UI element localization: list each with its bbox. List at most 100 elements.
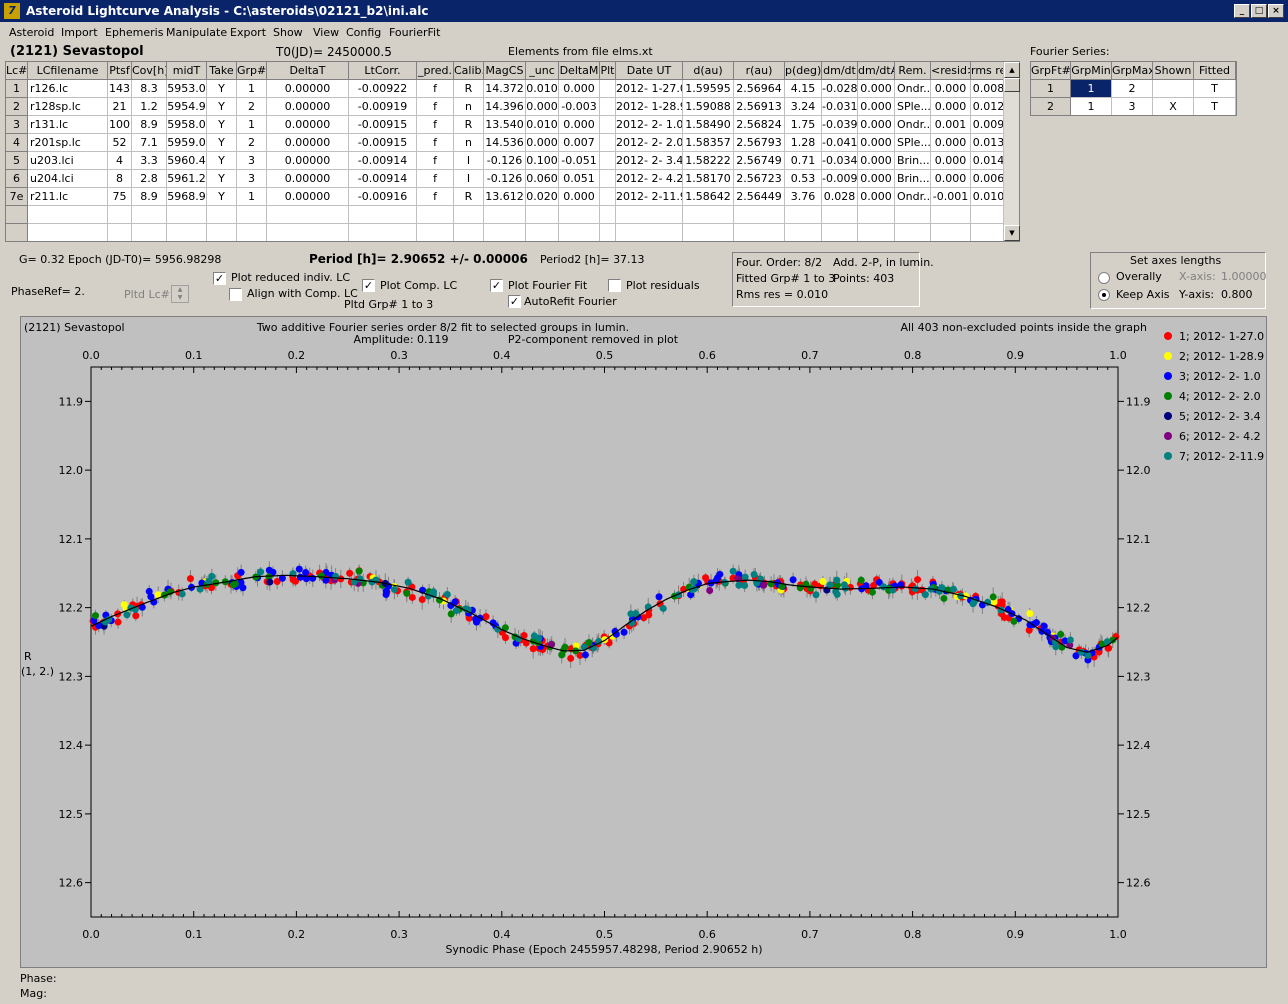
lc-midt-cell[interactable]: 5959.0 (167, 134, 207, 152)
lc-date-cell[interactable]: 2012- 2-11.9 (616, 188, 683, 206)
lc-filename-cell[interactable]: u203.lci (28, 152, 108, 170)
lc-grp-cell[interactable]: 2 (237, 134, 267, 152)
lc-ptsf-cell[interactable]: 52 (108, 134, 132, 152)
lc-midt-cell[interactable]: 5954.9 (167, 98, 207, 116)
lc-take-cell[interactable] (207, 224, 237, 241)
lc-plt-cell[interactable] (600, 116, 616, 134)
lc-resid-cell[interactable]: 0.001 (931, 116, 971, 134)
lc-num-cell[interactable]: 1 (6, 80, 28, 98)
lc-take-cell[interactable]: Y (207, 80, 237, 98)
lc-resid-cell[interactable]: 0.000 (931, 152, 971, 170)
lc-dmdta-cell[interactable]: 0.000 (858, 152, 895, 170)
lc-pred-cell[interactable]: f (417, 170, 454, 188)
lightcurve-plot[interactable]: (2121) Sevastopol Two additive Fourier s… (20, 316, 1267, 968)
lc-dmdt-cell[interactable]: -0.034 (822, 152, 858, 170)
lc-ptsf-cell[interactable] (108, 224, 132, 241)
lc-dmdta-cell[interactable]: 0.000 (858, 98, 895, 116)
lc-pdeg-cell[interactable]: 0.53 (785, 170, 822, 188)
lc-rem-cell[interactable] (895, 224, 931, 241)
lc-rau-cell[interactable] (734, 206, 785, 224)
lc-num-cell[interactable] (6, 224, 28, 241)
lc-pred-cell[interactable] (417, 206, 454, 224)
lc-dau-cell[interactable] (683, 224, 734, 241)
lc-deltat-cell[interactable]: 0.00000 (267, 188, 349, 206)
lc-plt-cell[interactable] (600, 98, 616, 116)
lc-num-cell[interactable]: 6 (6, 170, 28, 188)
lc-ptsf-cell[interactable]: 21 (108, 98, 132, 116)
scroll-thumb[interactable] (1004, 78, 1020, 92)
lc-resid-cell[interactable] (931, 206, 971, 224)
lc-magcs-cell[interactable]: 13.540 (484, 116, 526, 134)
lc-dmdt-cell[interactable]: -0.031 (822, 98, 858, 116)
menu-import[interactable]: Import (61, 26, 98, 39)
lc-filename-cell[interactable]: r131.lc (28, 116, 108, 134)
lc-grp-cell[interactable]: 1 (237, 116, 267, 134)
lc-ltcorr-cell[interactable]: -0.00922 (349, 80, 417, 98)
lc-resid-cell[interactable]: -0.001 (931, 188, 971, 206)
menu-asteroid[interactable]: Asteroid (9, 26, 54, 39)
lc-grp-cell[interactable] (237, 224, 267, 241)
lc-pdeg-cell[interactable]: 3.24 (785, 98, 822, 116)
lc-resid-cell[interactable]: 0.000 (931, 170, 971, 188)
lc-calib-cell[interactable]: n (454, 134, 484, 152)
lc-deltat-cell[interactable]: 0.00000 (267, 170, 349, 188)
lc-grp-cell[interactable]: 1 (237, 188, 267, 206)
lc-calib-cell[interactable] (454, 206, 484, 224)
lc-plt-cell[interactable] (600, 134, 616, 152)
lc-ptsf-cell[interactable]: 75 (108, 188, 132, 206)
lc-calib-cell[interactable]: R (454, 116, 484, 134)
lc-cov-cell[interactable]: 8.9 (132, 188, 167, 206)
lc-ltcorr-cell[interactable] (349, 224, 417, 241)
lc-filename-cell[interactable]: r201sp.lc (28, 134, 108, 152)
lc-ptsf-cell[interactable]: 100 (108, 116, 132, 134)
lc-ptsf-cell[interactable]: 8 (108, 170, 132, 188)
lc-date-cell[interactable]: 2012- 2- 4.2 (616, 170, 683, 188)
fourier-fitted-cell[interactable]: T (1194, 98, 1236, 115)
lc-deltat-cell[interactable]: 0.00000 (267, 116, 349, 134)
lc-plt-cell[interactable] (600, 152, 616, 170)
lc-rem-cell[interactable]: SPle... (895, 98, 931, 116)
lc-rau-cell[interactable]: 2.56913 (734, 98, 785, 116)
plot-residuals-checkbox[interactable] (608, 279, 621, 292)
lc-plt-cell[interactable] (600, 170, 616, 188)
lc-resid-cell[interactable]: 0.000 (931, 80, 971, 98)
lc-plt-cell[interactable] (600, 224, 616, 241)
fourier-grpft-cell[interactable]: 2 (1031, 98, 1071, 115)
lc-unc-cell[interactable]: 0.010 (526, 116, 559, 134)
lc-rem-cell[interactable]: Ondr... (895, 116, 931, 134)
lightcurve-plot-svg[interactable]: (2121) Sevastopol Two additive Fourier s… (21, 317, 1268, 969)
lc-magcs-cell[interactable]: 14.396 (484, 98, 526, 116)
lc-cov-cell[interactable]: 8.9 (132, 116, 167, 134)
lc-ltcorr-cell[interactable] (349, 206, 417, 224)
lc-filename-cell[interactable]: r211.lc (28, 188, 108, 206)
plot-comp-checkbox[interactable]: ✓ (362, 279, 375, 292)
lc-cov-cell[interactable]: 7.1 (132, 134, 167, 152)
lc-pred-cell[interactable] (417, 224, 454, 241)
lc-rms-cell[interactable] (971, 206, 1007, 224)
lc-ltcorr-cell[interactable]: -0.00914 (349, 152, 417, 170)
lc-rau-cell[interactable] (734, 224, 785, 241)
lc-unc-cell[interactable]: 0.020 (526, 188, 559, 206)
lc-deltam-cell[interactable] (559, 206, 600, 224)
lc-dmdta-cell[interactable]: 0.000 (858, 116, 895, 134)
lc-dmdta-cell[interactable]: 0.000 (858, 80, 895, 98)
lc-unc-cell[interactable] (526, 206, 559, 224)
lc-dmdt-cell[interactable] (822, 206, 858, 224)
keep-axis-radio[interactable] (1098, 289, 1110, 301)
lc-dmdta-cell[interactable]: 0.000 (858, 134, 895, 152)
lc-deltam-cell[interactable] (559, 224, 600, 241)
lc-midt-cell[interactable]: 5953.0 (167, 80, 207, 98)
lc-pred-cell[interactable]: f (417, 116, 454, 134)
lc-ltcorr-cell[interactable]: -0.00915 (349, 134, 417, 152)
lc-deltat-cell[interactable]: 0.00000 (267, 98, 349, 116)
plot-reduced-checkbox[interactable]: ✓ (213, 272, 226, 285)
lc-deltam-cell[interactable]: -0.003 (559, 98, 600, 116)
fourier-grpmin-cell[interactable]: 1 (1071, 80, 1112, 98)
close-button[interactable]: × (1268, 4, 1284, 18)
lc-cov-cell[interactable]: 8.3 (132, 80, 167, 98)
lc-deltat-cell[interactable] (267, 206, 349, 224)
lc-pdeg-cell[interactable]: 0.71 (785, 152, 822, 170)
lc-cov-cell[interactable]: 2.8 (132, 170, 167, 188)
lc-dmdta-cell[interactable] (858, 206, 895, 224)
menu-export[interactable]: Export (230, 26, 266, 39)
